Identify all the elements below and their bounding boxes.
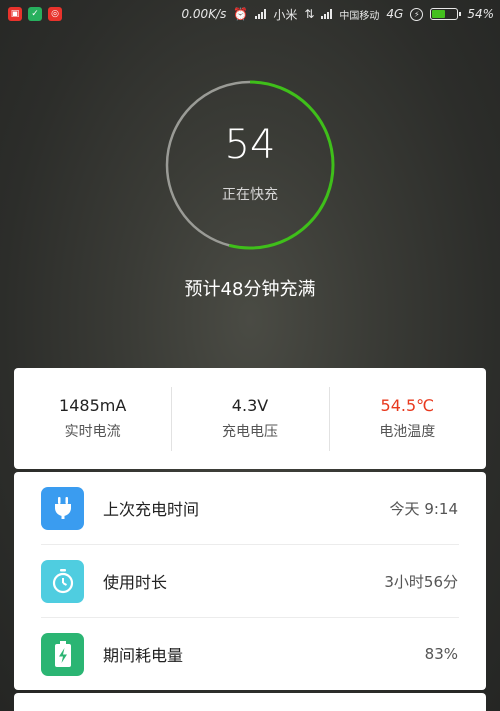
next-card-partial (14, 693, 486, 711)
stat-value: 1485mA (59, 396, 127, 415)
charge-eta: 预计48分钟充满 (184, 279, 316, 300)
charge-progress-ring: 54 正在快充 (165, 80, 335, 250)
list-item-value: 83% (424, 645, 458, 663)
notification-app-icon: ▣ (8, 7, 22, 21)
stat-temperature: 54.5℃ 电池温度 (328, 386, 486, 451)
list-item-last-charge[interactable]: 上次充电时间 今天 9:14 (14, 472, 486, 544)
stat-current: 1485mA 实时电流 (14, 391, 171, 447)
list-item-value: 3小时56分 (384, 572, 458, 591)
network-type: 4G (386, 7, 404, 21)
plug-icon (41, 486, 84, 530)
charge-level-number: 54 (224, 122, 276, 168)
list-item-label: 期间耗电量 (103, 646, 184, 665)
stat-label: 充电电压 (221, 424, 278, 440)
list-item-value: 今天 9:14 (389, 499, 458, 518)
stats-card: 1485mA 实时电流 4.3V 充电电压 54.5℃ 电池温度 (14, 368, 486, 469)
notification-app-icon-2: ◎ (48, 7, 62, 21)
charging-bolt-icon: ⚡ (410, 7, 424, 21)
data-arrows-icon: ⇅ (304, 7, 315, 21)
battery-icon (430, 8, 462, 20)
carrier-name-2: 中国移动 (339, 10, 380, 22)
carrier-name: 小米 (273, 7, 298, 22)
charge-history-card: 上次充电时间 今天 9:14 使用时长 3小时56分 期间耗电量 83% (14, 472, 486, 690)
stat-label: 电池温度 (379, 424, 436, 440)
network-speed: 0.00K/s (181, 7, 227, 21)
alarm-icon: ⏰ (233, 7, 249, 21)
signal-icon (255, 9, 267, 19)
stat-voltage: 4.3V 充电电压 (171, 386, 328, 451)
security-shield-icon: ✓ (28, 7, 42, 21)
status-bar: ▣ ✓ ◎ 0.00K/s ⏰ 小米 ⇅ 中国移动 4G ⚡ 54% (0, 0, 500, 28)
stat-value: 54.5℃ (380, 396, 435, 415)
battery-charging-icon (41, 632, 84, 676)
signal-icon-2 (321, 9, 333, 19)
list-item-label: 上次充电时间 (103, 500, 200, 519)
battery-percent: 54% (467, 7, 494, 21)
list-item-power-consumed[interactable]: 期间耗电量 83% (14, 618, 486, 690)
list-item-label: 使用时长 (103, 573, 168, 592)
list-item-usage-duration[interactable]: 使用时长 3小时56分 (14, 545, 486, 617)
stat-label: 实时电流 (64, 424, 121, 440)
stopwatch-icon (41, 559, 84, 603)
charge-status: 正在快充 (222, 187, 278, 203)
stat-value: 4.3V (231, 396, 269, 415)
